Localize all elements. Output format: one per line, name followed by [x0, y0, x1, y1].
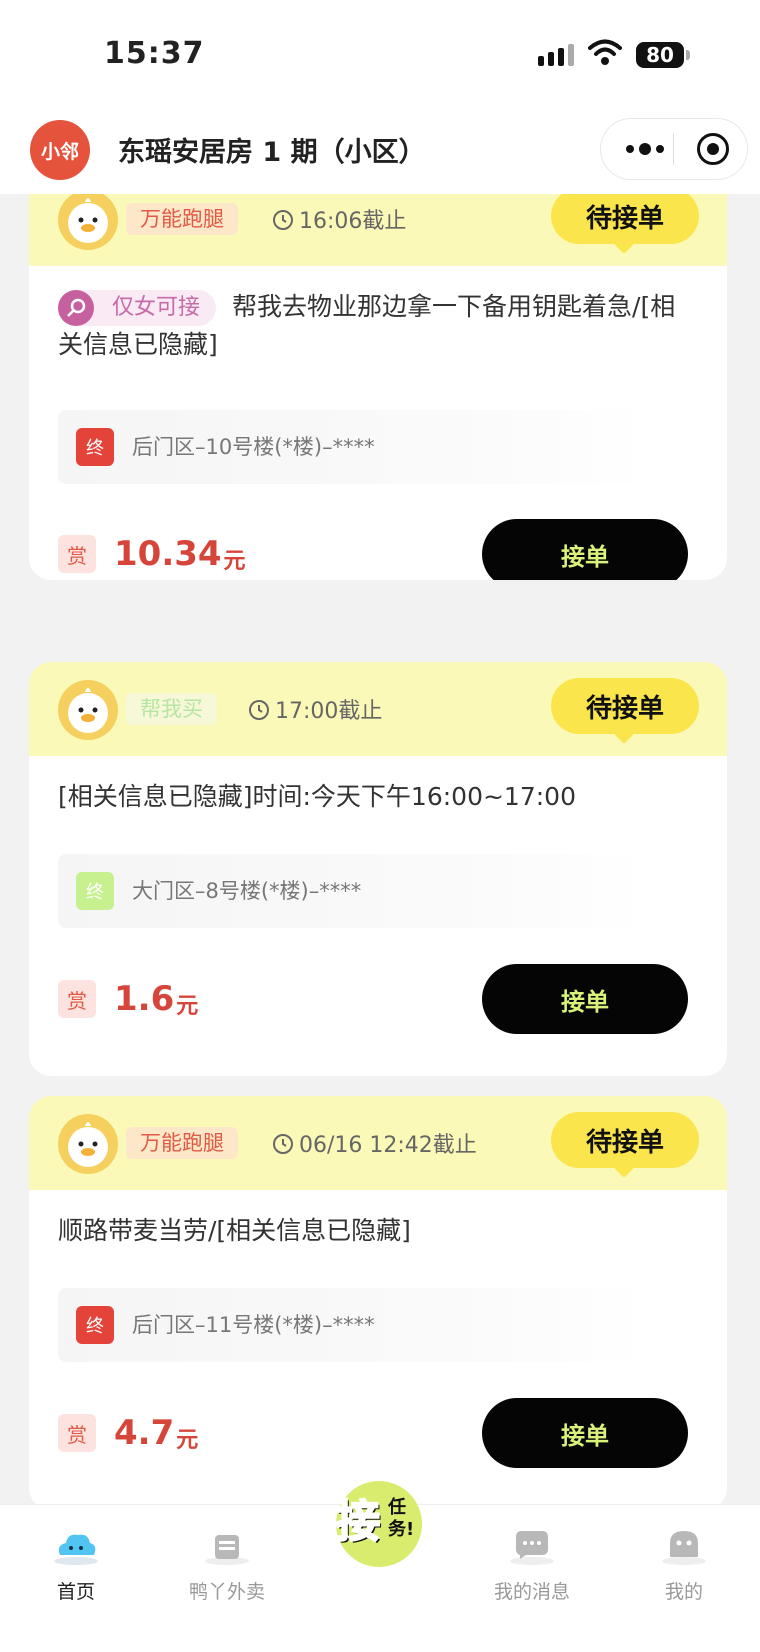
reward-amount: 10.34 — [114, 534, 222, 574]
page-title[interactable]: 东瑶安居房 1 期（小区） — [118, 130, 426, 169]
clock-icon — [273, 1134, 293, 1154]
reward: 赏 1.6 元 — [58, 967, 198, 1031]
reward-unit: 元 — [176, 994, 199, 1019]
card-header: 万能跑腿 16:06截止 待接单 — [29, 194, 727, 266]
reward-unit: 元 — [176, 1428, 199, 1453]
capsule-divider — [673, 133, 674, 165]
reward-amount: 4.7 — [114, 1413, 175, 1453]
tab-messages[interactable]: 我的消息 — [472, 1505, 592, 1652]
task-description: 顺路带麦当劳/[相关信息已隐藏] — [58, 1216, 411, 1245]
destination-icon: 终 — [76, 428, 114, 466]
reward-icon: 赏 — [58, 980, 96, 1018]
badge-label: 仅女可接 — [112, 295, 201, 320]
category-tag: 万能跑腿 — [126, 1127, 238, 1159]
profile-ghost-icon — [662, 1531, 706, 1565]
tab-label: 我的 — [664, 1581, 703, 1603]
address-row: 终 后门区–10号楼(*楼)–**** — [58, 410, 648, 484]
status-badge: 待接单 — [551, 194, 699, 244]
tab-mine[interactable]: 我的 — [624, 1505, 744, 1652]
accept-order-button[interactable]: 接单 — [482, 964, 688, 1034]
wifi-icon — [588, 39, 622, 65]
tab-label: 我的消息 — [493, 1581, 570, 1603]
card-header: 万能跑腿 06/16 12:42截止 待接单 — [29, 1096, 727, 1190]
task-feed[interactable]: 万能跑腿 16:06截止 待接单 仅女可接 帮我去物业那边拿一下备用钥匙着急/[… — [0, 194, 760, 1504]
takeaway-box-icon — [205, 1535, 249, 1565]
deadline-text: 17:00截止 — [275, 699, 383, 724]
accept-order-button[interactable]: 接单 — [482, 519, 688, 580]
close-miniprogram-icon[interactable] — [697, 133, 729, 165]
deadline-text: 06/16 12:42截止 — [299, 1133, 477, 1158]
address-text: 大门区–8号楼(*楼)–**** — [132, 879, 362, 903]
duck-avatar-icon — [58, 1114, 118, 1174]
status-badge: 待接单 — [551, 1112, 699, 1168]
tab-bar: 首页 鸭丫外卖 接 任务! 我的消息 我的 — [0, 1481, 760, 1652]
signal-icon — [538, 44, 574, 66]
take-task-small-text: 任务! — [388, 1497, 415, 1540]
reward-icon: 赏 — [58, 1414, 96, 1452]
home-cloud-icon — [54, 1534, 98, 1565]
destination-icon: 终 — [76, 872, 114, 910]
tab-takeaway[interactable]: 鸭丫外卖 — [167, 1505, 287, 1652]
tab-label: 鸭丫外卖 — [188, 1581, 265, 1603]
deadline-text: 16:06截止 — [299, 209, 407, 234]
status-bar: 15:37 80 — [0, 0, 760, 110]
reward-icon: 赏 — [58, 535, 96, 573]
female-only-badge: 仅女可接 — [58, 290, 217, 326]
status-badge: 待接单 — [551, 678, 699, 734]
status-time: 15:37 — [104, 36, 205, 71]
card-header: 帮我买 17:00截止 待接单 — [29, 662, 727, 756]
deadline: 17:00截止 — [247, 693, 382, 725]
category-tag: 万能跑腿 — [126, 203, 238, 235]
female-icon — [58, 290, 94, 326]
task-description: 仅女可接 帮我去物业那边拿一下备用钥匙着急/[相关信息已隐藏] — [58, 288, 678, 364]
task-card[interactable]: 万能跑腿 06/16 12:42截止 待接单 顺路带麦当劳/[相关信息已隐藏] … — [29, 1096, 727, 1504]
take-task-button[interactable]: 接 任务! — [330, 1481, 430, 1581]
task-description: [相关信息已隐藏]时间:今天下午16:00~17:00 — [58, 782, 576, 811]
category-tag: 帮我买 — [126, 693, 217, 725]
address-text: 后门区–10号楼(*楼)–**** — [132, 435, 375, 459]
task-card[interactable]: 万能跑腿 16:06截止 待接单 仅女可接 帮我去物业那边拿一下备用钥匙着急/[… — [29, 194, 727, 580]
deadline: 16:06截止 — [271, 203, 406, 235]
duck-avatar-icon — [58, 194, 118, 250]
tab-label: 首页 — [56, 1581, 95, 1603]
deadline: 06/16 12:42截止 — [271, 1127, 477, 1159]
duck-avatar-icon — [58, 680, 118, 740]
address-text: 后门区–11号楼(*楼)–**** — [132, 1313, 375, 1337]
reward-amount: 1.6 — [114, 979, 175, 1019]
more-icon[interactable] — [619, 133, 671, 165]
reward: 赏 10.34 元 — [58, 522, 246, 580]
destination-icon: 终 — [76, 1306, 114, 1344]
message-bubble-icon — [510, 1531, 554, 1565]
take-task-main-text: 接 — [335, 1496, 381, 1548]
nav-bar: 小邻 东瑶安居房 1 期（小区） — [0, 110, 760, 194]
reward-unit: 元 — [223, 549, 246, 574]
capsule-menu — [600, 118, 748, 180]
clock-icon — [273, 210, 293, 230]
battery-icon: 80 — [636, 42, 690, 68]
task-card[interactable]: 帮我买 17:00截止 待接单 [相关信息已隐藏]时间:今天下午16:00~17… — [29, 662, 727, 1076]
address-row: 终 大门区–8号楼(*楼)–**** — [58, 854, 648, 928]
app-logo: 小邻 — [30, 120, 90, 180]
accept-order-button[interactable]: 接单 — [482, 1398, 688, 1468]
tab-home[interactable]: 首页 — [16, 1505, 136, 1652]
address-row: 终 后门区–11号楼(*楼)–**** — [58, 1288, 648, 1362]
reward: 赏 4.7 元 — [58, 1401, 198, 1465]
clock-icon — [249, 700, 269, 720]
